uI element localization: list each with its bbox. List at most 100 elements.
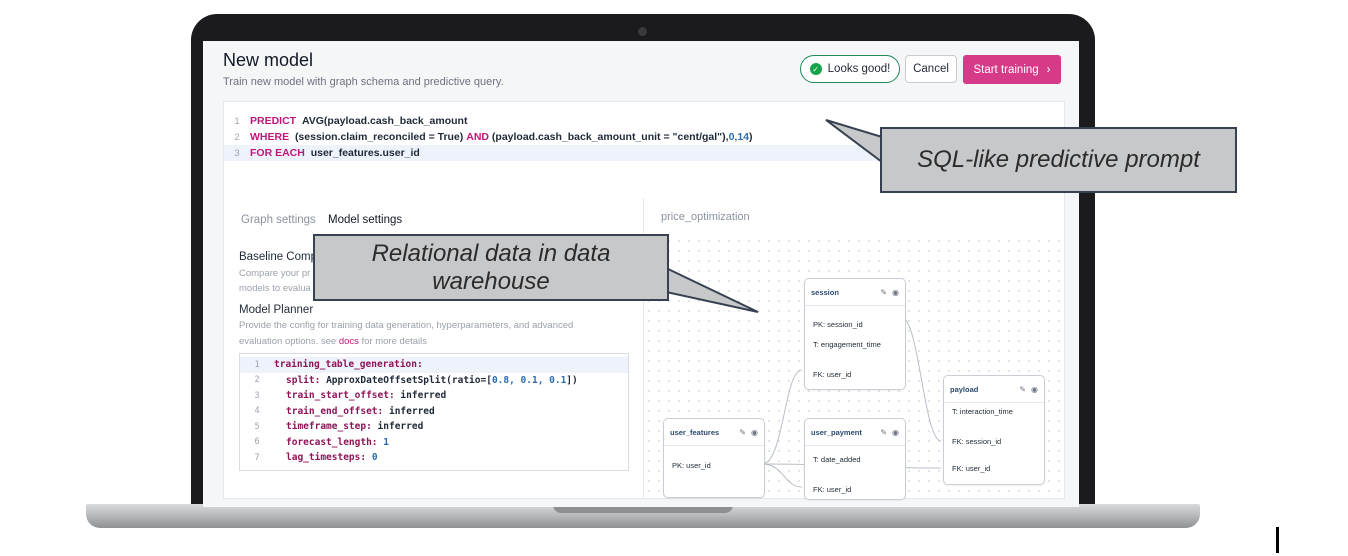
line-number: 4 bbox=[254, 406, 260, 417]
table-node-header: payload ✎ ◉ bbox=[944, 376, 1044, 403]
callout-relational: Relational data in data warehouse bbox=[313, 234, 669, 301]
query-keyword: AND bbox=[466, 131, 489, 143]
table-name: user_payment bbox=[811, 427, 862, 437]
eye-icon[interactable]: ◉ bbox=[1031, 385, 1038, 394]
table-node-user-payment[interactable]: user_payment ✎ ◉ T: date_added FK: user_… bbox=[804, 418, 906, 500]
table-field: FK: user_id bbox=[952, 464, 991, 473]
cancel-button[interactable]: Cancel bbox=[905, 55, 957, 83]
config-line[interactable]: 5 timeframe_step: inferred bbox=[240, 419, 628, 435]
table-node-session[interactable]: session ✎ ◉ PK: session_id T: engagement… bbox=[804, 278, 906, 390]
planner-desc: evaluation options. see docs for more de… bbox=[239, 334, 639, 350]
chevron-right-icon: › bbox=[1046, 63, 1051, 76]
eye-icon[interactable]: ◉ bbox=[892, 428, 899, 437]
query-keyword: WHERE bbox=[250, 131, 290, 143]
line-number: 5 bbox=[254, 421, 260, 432]
start-training-label: Start training bbox=[973, 63, 1039, 76]
tab-graph-settings[interactable]: Graph settings bbox=[241, 214, 316, 226]
query-keyword: PREDICT bbox=[250, 115, 297, 127]
line-number: 3 bbox=[234, 147, 240, 159]
pencil-icon[interactable]: ✎ bbox=[739, 428, 746, 437]
line-number: 2 bbox=[254, 375, 260, 386]
edge-features-payment bbox=[761, 463, 803, 488]
table-name: session bbox=[811, 287, 839, 297]
line-number: 1 bbox=[234, 115, 240, 127]
config-line[interactable]: 2 split: ApproxDateOffsetSplit(ratio=[ 0… bbox=[240, 373, 628, 389]
query-keyword: FOR EACH bbox=[250, 147, 305, 159]
config-number: 0.8, 0.1, 0.1 bbox=[491, 374, 567, 386]
callout-relational-line: Relational data in data bbox=[371, 239, 611, 267]
table-node-header: session ✎ ◉ bbox=[805, 279, 905, 306]
tab-model-settings[interactable]: Model settings bbox=[328, 214, 402, 226]
check-circle-icon: ✓ bbox=[809, 63, 822, 75]
line-number: 1 bbox=[254, 359, 260, 370]
query-text: ) bbox=[749, 131, 753, 143]
config-number: 1 bbox=[383, 436, 389, 448]
table-node-payload[interactable]: payload ✎ ◉ T: interaction_time FK: sess… bbox=[943, 375, 1045, 485]
config-key: timeframe_step: bbox=[286, 421, 372, 433]
planner-desc-text: for more details bbox=[361, 336, 428, 347]
config-key: train_start_offset: bbox=[286, 390, 395, 402]
planner-title: Model Planner bbox=[239, 304, 314, 316]
table-field: T: date_added bbox=[813, 455, 861, 464]
pencil-icon[interactable]: ✎ bbox=[880, 428, 887, 437]
docs-link[interactable]: docs bbox=[339, 336, 359, 347]
table-node-user-features[interactable]: user_features ✎ ◉ PK: user_id bbox=[663, 418, 765, 498]
table-field: PK: user_id bbox=[672, 461, 711, 470]
config-value: inferred bbox=[388, 405, 435, 417]
callout-sql-text: SQL-like predictive prompt bbox=[917, 146, 1200, 173]
table-name: user_features bbox=[670, 427, 720, 437]
config-line[interactable]: 6 forecast_length: 1 bbox=[240, 435, 628, 451]
status-badge-looks-good[interactable]: ✓ Looks good! bbox=[800, 55, 900, 83]
start-training-button[interactable]: Start training › bbox=[963, 55, 1061, 84]
eye-icon[interactable]: ◉ bbox=[892, 288, 899, 297]
line-number: 7 bbox=[254, 452, 260, 463]
graph-title: price_optimization bbox=[661, 211, 750, 223]
config-editor[interactable]: 1 training_table_generation: 2 split: Ap… bbox=[239, 353, 629, 471]
page-title: New model bbox=[223, 50, 314, 70]
query-text: user_features.user_id bbox=[310, 147, 420, 159]
schema-graph[interactable]: session ✎ ◉ PK: session_id T: engagement… bbox=[644, 236, 1064, 500]
config-line[interactable]: 1 training_table_generation: bbox=[240, 357, 628, 373]
config-key: train_end_offset: bbox=[286, 405, 384, 417]
config-line[interactable]: 3 train_start_offset: inferred bbox=[240, 388, 628, 404]
table-field: FK: user_id bbox=[813, 370, 852, 379]
camera-icon bbox=[638, 27, 647, 36]
edge-session-payload bbox=[901, 317, 942, 442]
callout-relational-text: Relational data in data warehouse bbox=[372, 240, 611, 296]
planner-desc-text: evaluation options. see bbox=[239, 336, 337, 347]
config-value: inferred bbox=[377, 421, 424, 433]
edge-features-session bbox=[761, 369, 803, 465]
line-number: 3 bbox=[254, 390, 260, 401]
callout-relational-line: warehouse bbox=[432, 267, 550, 295]
query-number: 0,14 bbox=[728, 131, 749, 143]
table-field: T: engagement_time bbox=[813, 340, 881, 349]
table-field: T: interaction_time bbox=[952, 407, 1013, 416]
table-node-header: user_payment ✎ ◉ bbox=[805, 419, 905, 446]
config-line[interactable]: 4 train_end_offset: inferred bbox=[240, 404, 628, 420]
table-field: FK: session_id bbox=[952, 437, 1002, 446]
query-text: (payload.cash_back_amount_unit = "cent/g… bbox=[491, 131, 729, 143]
planner-desc: Provide the config for training data gen… bbox=[239, 320, 574, 331]
text-cursor bbox=[1276, 527, 1279, 553]
config-key: lag_timesteps: bbox=[286, 452, 367, 464]
table-field: FK: user_id bbox=[813, 485, 852, 494]
pencil-icon[interactable]: ✎ bbox=[1019, 385, 1026, 394]
table-field: PK: session_id bbox=[813, 320, 863, 329]
callout-sql: SQL-like predictive prompt bbox=[880, 127, 1237, 193]
config-key: forecast_length: bbox=[286, 436, 378, 448]
pencil-icon[interactable]: ✎ bbox=[880, 288, 887, 297]
table-name: payload bbox=[950, 384, 979, 394]
config-value: ApproxDateOffsetSplit(ratio=[ bbox=[326, 374, 492, 386]
config-number: 0 bbox=[371, 452, 378, 464]
baseline-title: Baseline Comp bbox=[239, 251, 317, 263]
line-number: 2 bbox=[234, 131, 240, 143]
config-value: ]) bbox=[566, 374, 578, 386]
eye-icon[interactable]: ◉ bbox=[751, 428, 758, 437]
table-node-header: user_features ✎ ◉ bbox=[664, 419, 764, 446]
config-key: training_table_generation: bbox=[274, 359, 423, 371]
config-line[interactable]: 7 lag_timesteps: 0 bbox=[240, 450, 628, 466]
page-subtitle: Train new model with graph schema and pr… bbox=[223, 76, 504, 88]
line-number: 6 bbox=[254, 437, 260, 448]
config-value: inferred bbox=[400, 390, 447, 402]
config-key: split: bbox=[286, 374, 321, 386]
